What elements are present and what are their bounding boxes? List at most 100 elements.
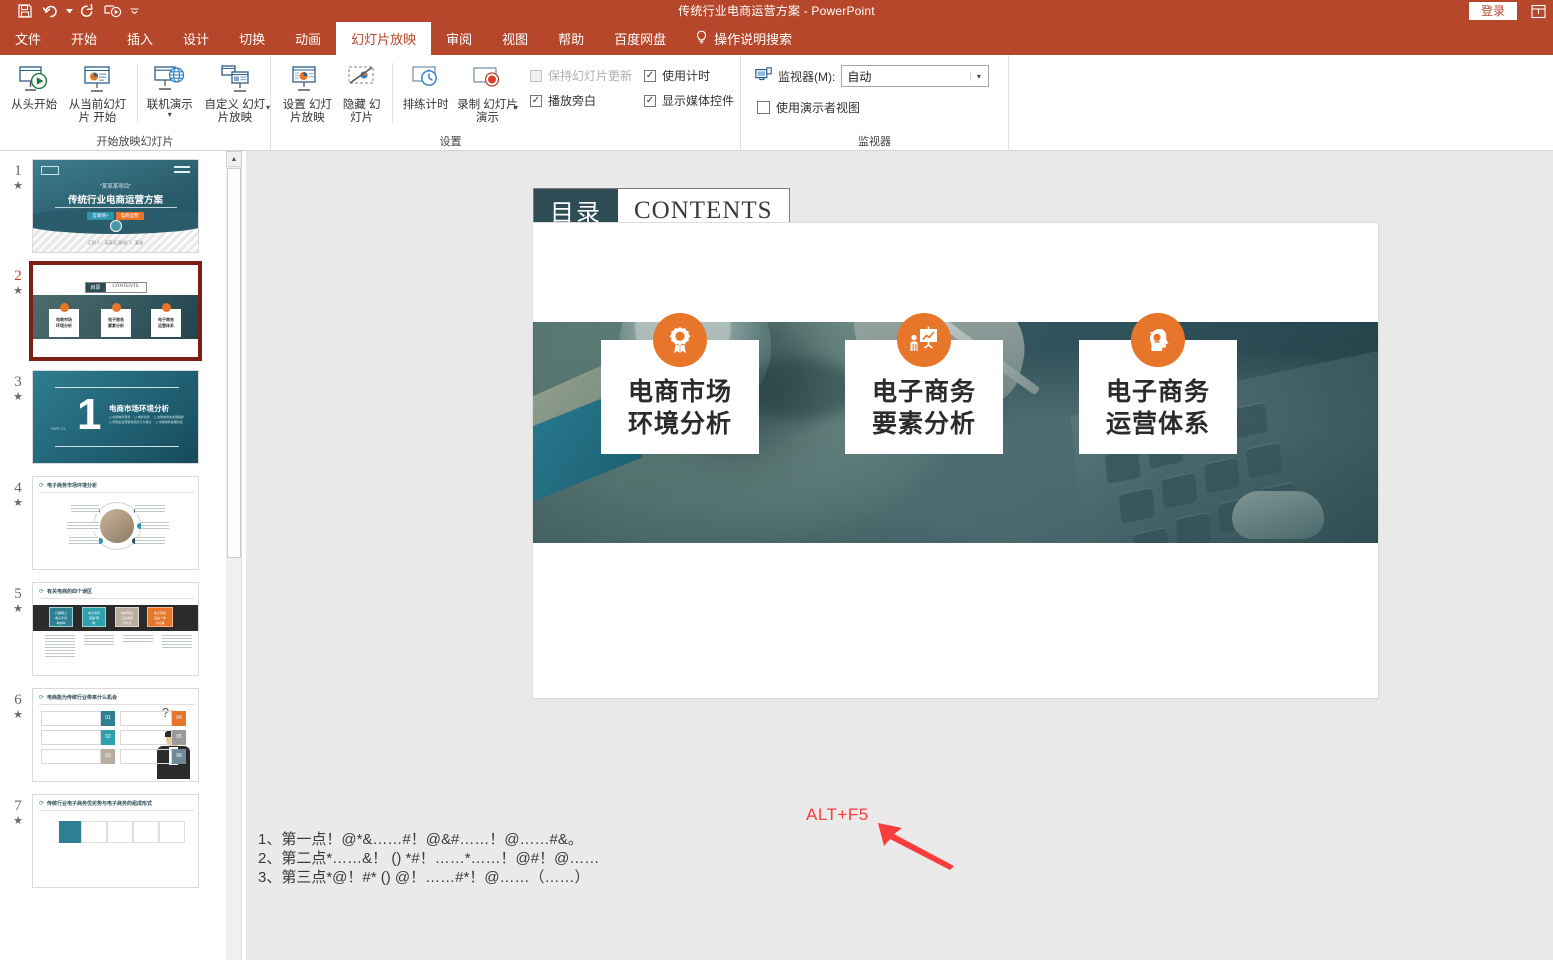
ribbon-tabs: 文件 开始 插入 设计 切换 动画 幻灯片放映 审阅 视图 帮助 百度网盘 操作… [0,22,1553,55]
checkbox-box-unchecked-icon [529,69,542,82]
thumbnail-number: 5 [14,586,22,602]
undo-dropdown-caret-icon[interactable] [64,1,74,21]
tab-help[interactable]: 帮助 [543,22,599,55]
thumbnail-item-6[interactable]: 6 ★ ⟳ 电商能为传统行业带来什么机会 ?? 01 [0,676,226,782]
ribbon-display-options-icon[interactable] [1527,0,1549,22]
animation-star-icon: ★ [13,603,23,615]
thumbnail-item-5[interactable]: 5 ★ ⟳ 有关电商的四个误区 只做网上 电子才叫 电商吗 电子商务 就是"网 … [0,570,226,676]
save-icon[interactable] [12,1,38,21]
show-media-controls-label: 显示媒体控件 [661,94,734,108]
tab-home[interactable]: 开始 [56,22,112,55]
ribbon-group-monitors: 监视器(M): 自动 ▾ 使用演示者视图 监视器 [740,55,1008,151]
thumb-pill-2: 电商运营 [115,212,144,220]
animation-star-icon: ★ [13,497,23,509]
undo-icon[interactable] [38,1,64,21]
tab-design[interactable]: 设计 [168,22,224,55]
slide-editor[interactable]: 目录 CONTENTS 电商市场 环境分析 电子商务 要素分析 电子商务 运营体… [246,151,1553,760]
keep-slides-updated-checkbox[interactable]: 保持幻灯片更新 [529,67,632,84]
titlebar-right-controls: 登录 [1468,0,1549,22]
tab-transitions[interactable]: 切换 [224,22,280,55]
tell-me-search[interactable]: 操作说明搜索 [681,22,802,55]
contents-card-2[interactable]: 电子商务 要素分析 [845,313,1003,454]
thumbnail-item-4[interactable]: 4 ★ ⟳ 电子商务市场环境分析 [0,464,226,570]
from-current-slide-button[interactable]: 从当前幻灯片 开始 [62,59,133,125]
animation-star-icon: ★ [13,815,23,827]
ribbon-group-label-setup: 设置 [439,136,462,148]
present-online-button[interactable]: 联机演示 ▾ [142,59,198,119]
monitor-select[interactable]: 自动 ▾ [841,65,990,87]
scrollbar-thumb[interactable] [227,168,241,558]
thumbnail-preview-selected[interactable]: 目录 CONTENTS 电商市场 环境分析 电子商务 要素分析 电子商务 运营体… [29,261,202,361]
rehearse-timings-icon [409,63,443,97]
custom-slideshow-button[interactable]: 自定义 幻灯片放映 [198,59,272,125]
show-media-controls-checkbox[interactable]: ✓ 显示媒体控件 [643,92,734,109]
tab-animations[interactable]: 动画 [280,22,336,55]
thumbnail-meta: 3 ★ [4,370,32,404]
thumbnail-meta: 5 ★ [4,582,32,616]
thumbnail-item-1[interactable]: 1 ★ "某某某项目" 传统行业电商运营方案 互联网+ 电商运营 汇报人：某某/… [0,151,226,253]
thumb-pill-1: 互联网+ [87,212,114,220]
tab-view[interactable]: 视图 [487,22,543,55]
use-timings-checkbox[interactable]: ✓ 使用计时 [643,67,734,84]
ribbon-divider-2 [391,63,393,123]
thumbnail-meta: 4 ★ [4,476,32,510]
tab-file[interactable]: 文件 [0,22,56,55]
custom-slideshow-label: 自定义 幻灯片放映 [204,99,266,124]
checkbox-box-checked-icon: ✓ [643,94,656,107]
thumbnail-preview[interactable]: 1 PART 01 电商市场环境分析 ◻ 中国电商现状 ◻ 电商优势 ◻ 全球电… [32,370,199,464]
thumbnail-item-2[interactable]: 2 ★ 目录 CONTENTS 电商市场 环境分析 电子商务 要素分析 电子商务… [0,253,226,361]
thumb-title: 传统行业电商运营方案 [67,195,163,206]
thumb-underline [55,207,177,208]
award-ribbon-icon [653,313,707,367]
record-caret-icon[interactable]: ▾ [514,104,518,112]
chevron-down-icon[interactable]: ▾ [970,71,986,81]
thumb-title-rule [39,810,194,811]
thumb-bullets: ◻ 中国电商现状 ◻ 电商优势 ◻ 全球电商的发展趋势 ◻ 传统企业转型电商的几… [109,415,184,424]
thumb-part-label: PART 01 [51,427,66,431]
tab-slideshow[interactable]: 幻灯片放映 [336,22,432,55]
contents-card-1[interactable]: 电商市场 环境分析 [601,313,759,454]
customize-qat-caret-icon[interactable] [126,1,142,21]
start-from-beginning-icon[interactable] [100,1,126,21]
thumbnail-number: 6 [14,692,22,708]
redo-icon[interactable] [74,1,100,21]
contents-card-2-text: 电子商务 要素分析 [871,378,976,438]
scroll-up-arrow-icon[interactable]: ▲ [226,151,242,167]
notes-text[interactable]: 1、第一点！@*&……#！@&#……！@……#&。 2、第二点*……&！ () … [258,830,599,887]
thumbnail-preview[interactable]: ⟳ 有关电商的四个误区 只做网上 电子才叫 电商吗 电子商务 就是"网 购" 电… [32,582,199,676]
thumbnail-meta: 7 ★ [4,794,32,828]
tab-baidu-netdisk[interactable]: 百度网盘 [599,22,681,55]
tab-review[interactable]: 审阅 [431,22,487,55]
hide-slide-button[interactable]: 隐藏 幻灯片 [336,59,388,125]
contents-card-3[interactable]: 电子商务 运营体系 [1079,313,1237,454]
setup-slideshow-button[interactable]: 设置 幻灯片放映 [279,59,336,125]
hide-slide-label: 隐藏 幻灯片 [342,99,381,124]
notes-pane[interactable]: 1、第一点！@*&……#！@&#……！@……#&。 2、第二点*……&！ () … [246,760,1553,960]
thumbnails-scrollbar[interactable]: ▲ [226,151,242,960]
slideshow-current-icon [80,63,114,97]
play-narrations-checkbox[interactable]: ✓ 播放旁白 [529,92,632,109]
use-presenter-view-checkbox[interactable]: 使用演示者视图 [757,99,860,116]
hide-slide-icon [345,63,379,97]
thumb-title-text: 电商能为传统行业带来什么机会 [47,695,118,701]
chevron-down-icon[interactable]: ▾ [168,111,172,119]
ribbon-group-setup: 设置 幻灯片放映 隐藏 幻灯片 排练计时 录制 幻灯片演示 ▾ 保持幻灯片更新 … [270,55,740,151]
thumbnail-item-7[interactable]: 7 ★ ⟳ 传统行业电子商务优劣势与电子商务的组成形式 [0,782,226,888]
thumb-card-1: 只做网上 电子才叫 电商吗 [49,607,73,627]
thumbnail-preview[interactable]: ⟳ 电商能为传统行业带来什么机会 ?? 01 02 03 [32,688,199,782]
thumbnail-preview[interactable]: "某某某项目" 传统行业电商运营方案 互联网+ 电商运营 汇报人：某某/汇报部门… [32,159,199,253]
refresh-icon: ⟳ [39,801,45,807]
record-slideshow-button[interactable]: 录制 幻灯片演示 [455,59,520,125]
lightbulb-icon [695,30,708,48]
annotation-label: ALT+F5 [806,805,869,824]
thumbnail-preview[interactable]: ⟳ 电子商务市场环境分析 [32,476,199,570]
thumbnail-item-3[interactable]: 3 ★ 1 PART 01 电商市场环境分析 ◻ 中国电商现状 ◻ 电商优势 ◻… [0,358,226,464]
animation-star-icon: ★ [13,709,23,721]
slide-thumbnails-pane[interactable]: 1 ★ "某某某项目" 传统行业电商运营方案 互联网+ 电商运营 汇报人：某某/… [0,151,226,960]
login-button[interactable]: 登录 [1468,2,1517,20]
current-slide-canvas[interactable]: 电商市场 环境分析 电子商务 要素分析 电子商务 运营体系 [533,223,1378,698]
rehearse-timings-button[interactable]: 排练计时 [396,59,454,112]
tab-insert[interactable]: 插入 [112,22,168,55]
thumbnail-preview[interactable]: ⟳ 传统行业电子商务优劣势与电子商务的组成形式 [32,794,199,888]
from-beginning-button[interactable]: 从头开始 [6,59,62,112]
